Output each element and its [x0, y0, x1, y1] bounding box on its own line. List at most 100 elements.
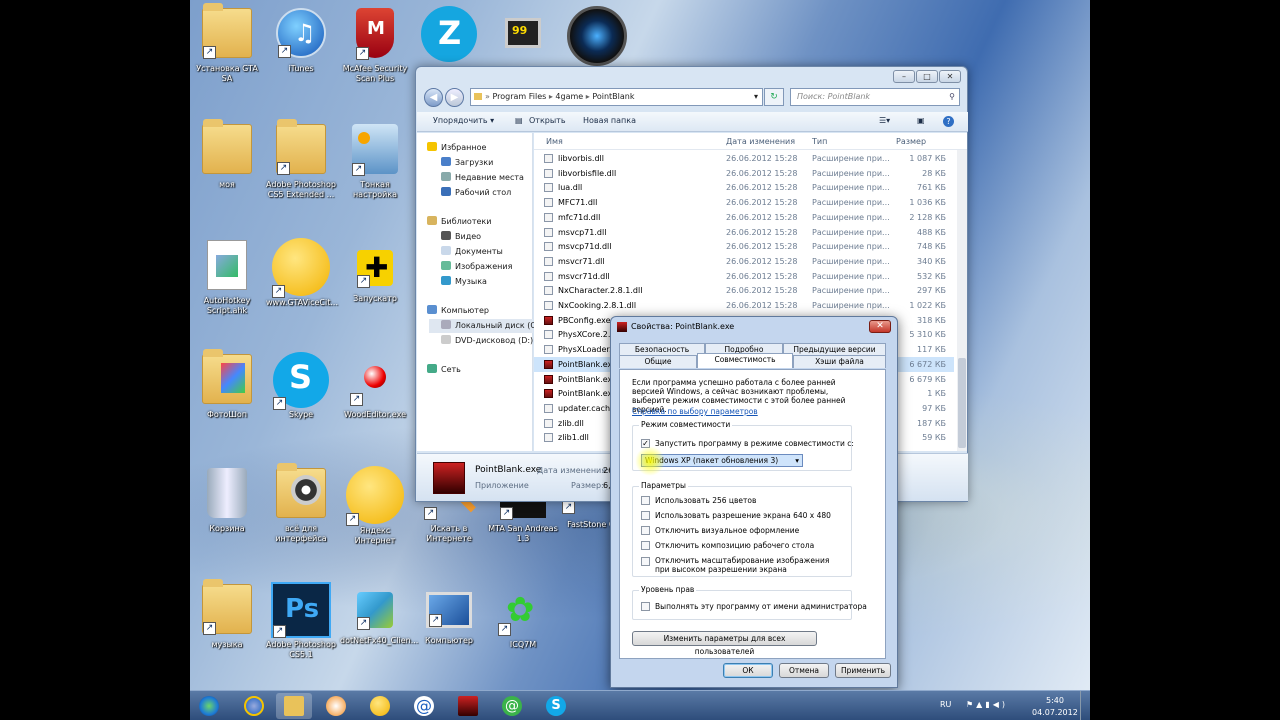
apply-button[interactable]: Применить — [835, 663, 891, 678]
cancel-button[interactable]: Отмена — [779, 663, 829, 678]
file-row[interactable]: msvcp71.dll 26.06.2012 15:28 Расширение пр… — [534, 225, 954, 240]
column-size[interactable]: Размер — [896, 137, 926, 146]
file-row[interactable]: libvorbisfile.dll 26.06.2012 15:28 Расшире… — [534, 166, 954, 181]
nav-documents[interactable]: Документы — [441, 245, 503, 259]
file-row[interactable]: MFC71.dll 26.06.2012 15:28 Расширение при.… — [534, 195, 954, 210]
desktop-icon-itunes[interactable]: ♫ ↗ iTunes — [264, 6, 338, 116]
forward-button[interactable]: ▶ — [445, 88, 464, 107]
clock-time[interactable]: 5:40 — [1046, 696, 1064, 705]
refresh-icon[interactable]: ↻ — [764, 88, 784, 106]
nav-pictures[interactable]: Изображения — [441, 260, 512, 274]
taskbar-ie[interactable] — [236, 693, 272, 719]
nav-libraries[interactable]: Библиотеки — [427, 215, 491, 229]
help-icon[interactable]: ? — [943, 116, 954, 127]
desktop-icon-computer[interactable]: ↗ Компьютер — [412, 582, 486, 692]
file-row[interactable]: libvorbis.dll 26.06.2012 15:28 Расширение … — [534, 151, 954, 166]
desktop-icon-gta-setup[interactable]: ↗ Установка GTA SA — [190, 3, 264, 116]
desktop-icon-icq[interactable]: ✿ ↗ ICQ7M — [486, 582, 560, 692]
nav-network[interactable]: Сеть — [427, 363, 461, 377]
tray-icons[interactable]: ⚑▲▮◀) — [966, 700, 1008, 709]
file-row[interactable]: NxCooking.2.8.1.dll 26.06.2012 15:28 Расши… — [534, 298, 954, 313]
checkbox-640x480[interactable] — [641, 511, 650, 520]
tab-file-hashes[interactable]: Хэши файла — [793, 355, 886, 368]
scrollbar-thumb[interactable] — [958, 358, 966, 448]
run-as-admin-checkbox[interactable] — [641, 602, 650, 611]
desktop-icon-tuning[interactable]: ↗ Тонкая настройка — [338, 122, 412, 232]
vertical-scrollbar[interactable] — [957, 150, 967, 451]
organize-button[interactable]: Упорядочить ▾ — [433, 116, 494, 125]
maximize-button[interactable]: □ — [916, 70, 938, 83]
minimize-button[interactable]: – — [893, 70, 915, 83]
nav-recent-places[interactable]: Недавние места — [441, 171, 524, 185]
show-desktop-button[interactable] — [1080, 691, 1090, 720]
nav-dvd-drive[interactable]: DVD-дисковод (D:) I — [441, 334, 538, 348]
desktop-icon-mcafee[interactable]: M ↗ McAfee Security Scan Plus — [338, 6, 412, 116]
file-row[interactable]: lua.dll 26.06.2012 15:28 Расширение при...… — [534, 180, 954, 195]
desktop-icon-music[interactable]: ↗ музыка — [190, 579, 264, 692]
new-folder-button[interactable]: Новая папка — [583, 116, 636, 125]
checkbox-disable-composition[interactable] — [641, 541, 650, 550]
language-indicator[interactable]: RU — [940, 700, 951, 709]
dropdown-arrow-icon[interactable]: ▾ — [754, 89, 758, 105]
view-options-icon[interactable]: ☰▾ — [879, 116, 890, 125]
file-row[interactable]: NxCharacter.2.8.1.dll 26.06.2012 15:28 Рас… — [534, 283, 954, 298]
desktop-icon-moya[interactable]: моя — [190, 119, 264, 232]
desktop-icon-recycle-bin[interactable]: Корзина — [190, 466, 264, 576]
close-button[interactable]: ✕ — [939, 70, 961, 83]
desktop-icon-photoshop-pics[interactable]: ФотоШоп — [190, 349, 264, 462]
desktop-icon-gtavicecity-link[interactable]: ↗ www.GTAViceCit... — [264, 238, 338, 348]
desktop-icon-woodeditor[interactable]: ↗ WoodEditor.exe — [338, 352, 412, 462]
breadcrumb-program-files[interactable]: Program Files — [492, 92, 546, 101]
column-name[interactable]: Имя — [546, 137, 563, 146]
ok-button[interactable]: ОК — [723, 663, 773, 678]
compat-os-select[interactable]: Windows XP (пакет обновления 3) ▾ — [641, 454, 803, 467]
nav-desktop[interactable]: Рабочий стол — [441, 186, 511, 200]
desktop-icon-photoshop-folder[interactable]: ↗ Adobe Photoshop CS5 Extended ... — [264, 119, 338, 232]
file-row[interactable]: msvcr71d.dll 26.06.2012 15:28 Расширение п… — [534, 269, 954, 284]
preview-pane-icon[interactable]: ▣ — [917, 116, 925, 125]
change-all-users-button[interactable]: Изменить параметры для всех пользователе… — [632, 631, 817, 656]
search-input[interactable]: Поиск: PointBlank ⚲ — [790, 88, 960, 106]
tab-general[interactable]: Общие — [619, 355, 697, 368]
taskbar-skype[interactable]: S — [538, 693, 574, 719]
column-date[interactable]: Дата изменения — [726, 137, 795, 146]
desktop-icon-dotnet[interactable]: ↗ dotNetFx40_Clien... — [338, 582, 418, 692]
tab-compatibility[interactable]: Совместимость — [697, 353, 793, 368]
file-row[interactable]: mfc71d.dll 26.06.2012 15:28 Расширение при… — [534, 210, 954, 225]
file-size: 187 КБ — [917, 418, 946, 428]
desktop-icon-interface-folder[interactable]: всё для интерфейса — [264, 463, 338, 576]
file-row[interactable]: msvcr71.dll 26.06.2012 15:28 Расширение пр… — [534, 254, 954, 269]
back-button[interactable]: ◀ — [424, 88, 443, 107]
help-link[interactable]: Справка по выбору параметров — [632, 407, 758, 416]
nav-music[interactable]: Музыка — [441, 275, 487, 289]
open-button[interactable]: Открыть — [529, 116, 566, 125]
taskbar-yandex[interactable] — [362, 693, 398, 719]
desktop-icon-skype[interactable]: S ↗ Skype — [264, 352, 338, 462]
address-bar[interactable]: » Program Files ▸ 4game ▸ PointBlank ▾ — [470, 88, 763, 106]
nav-local-disk[interactable]: Локальный диск (C:) — [429, 319, 542, 333]
nav-downloads[interactable]: Загрузки — [441, 156, 493, 170]
column-type[interactable]: Тип — [812, 137, 827, 146]
taskbar-mail[interactable]: @ — [406, 693, 442, 719]
file-type: Расширение при... — [812, 212, 890, 222]
clock-date[interactable]: 04.07.2012 — [1032, 708, 1078, 717]
file-row[interactable]: msvcp71d.dll 26.06.2012 15:28 Расширение п… — [534, 239, 954, 254]
nav-computer[interactable]: Компьютер — [427, 304, 489, 318]
taskbar-pointblank[interactable] — [450, 693, 486, 719]
checkbox-256-colors[interactable] — [641, 496, 650, 505]
breadcrumb-pointblank[interactable]: PointBlank — [592, 92, 634, 101]
desktop-icon-photoshop[interactable]: Ps ↗ Adobe Photoshop CS5.1 — [264, 582, 338, 692]
start-button[interactable] — [192, 693, 226, 719]
breadcrumb-4game[interactable]: 4game — [555, 92, 583, 101]
checkbox-disable-dpi-scaling[interactable] — [641, 557, 650, 566]
nav-favorites[interactable]: Избранное — [427, 141, 486, 155]
checkbox-disable-themes[interactable] — [641, 526, 650, 535]
desktop-icon-autohotkey[interactable]: AutoHotkey Script.ahk — [190, 238, 264, 348]
taskbar-icq-agent[interactable]: @ — [494, 693, 530, 719]
desktop-icon-launcher[interactable]: ✚ ↗ Запускатр — [338, 238, 412, 348]
taskbar-explorer[interactable] — [276, 693, 312, 719]
nav-video[interactable]: Видео — [441, 230, 481, 244]
desktop-icon-yandex[interactable]: ↗ Яндекс Интернет — [338, 466, 412, 576]
dialog-close-button[interactable]: ✕ — [869, 320, 891, 333]
taskbar-media-player[interactable] — [318, 693, 354, 719]
